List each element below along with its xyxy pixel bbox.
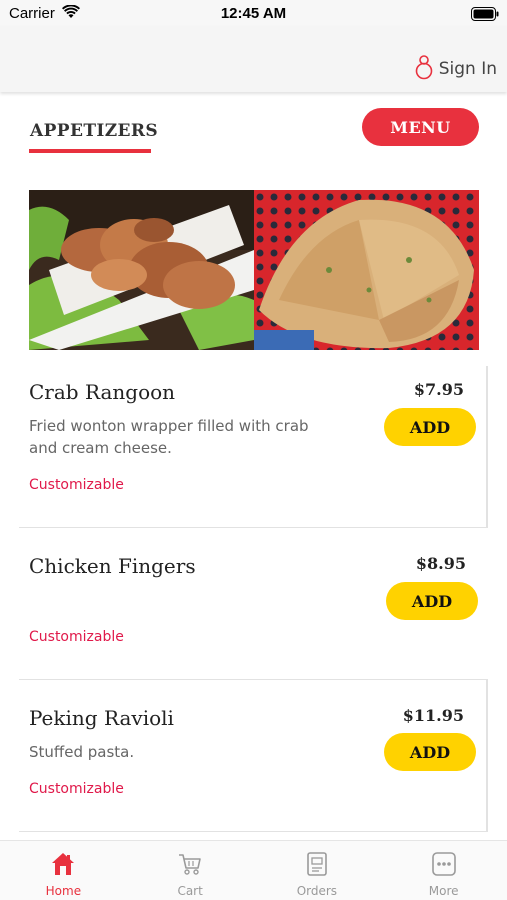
item-name: Chicken Fingers	[29, 554, 196, 578]
tab-label: More	[428, 884, 459, 898]
tab-more[interactable]: More	[380, 841, 507, 900]
cart-icon	[176, 850, 204, 878]
tab-cart[interactable]: Cart	[127, 841, 254, 900]
menu-button[interactable]: MENU	[362, 108, 479, 146]
add-button[interactable]: ADD	[386, 582, 478, 620]
tab-label: Cart	[177, 884, 203, 898]
sign-in-label: Sign In	[438, 59, 497, 79]
status-bar: Carrier 12:45 AM	[0, 0, 507, 26]
menu-item-chicken-fingers: Chicken Fingers $8.95 ADD Customizable	[19, 528, 488, 680]
item-description: Fried wonton wrapper filled with crab an…	[29, 417, 309, 457]
tab-label: Orders	[296, 884, 338, 898]
add-button[interactable]: ADD	[384, 733, 476, 771]
item-price: $7.95	[413, 380, 464, 399]
item-price: $8.95	[415, 554, 466, 573]
customizable-label[interactable]: Customizable	[29, 629, 124, 645]
more-icon	[430, 850, 458, 878]
customizable-label[interactable]: Customizable	[29, 781, 124, 797]
home-icon	[49, 850, 77, 878]
item-name: Peking Ravioli	[29, 706, 174, 730]
item-name: Crab Rangoon	[29, 380, 176, 404]
item-price: $11.95	[402, 706, 464, 725]
menu-item-crab-rangoon: Crab Rangoon $7.95 ADD Fried wonton wrap…	[19, 366, 488, 528]
customizable-label[interactable]: Customizable	[29, 477, 124, 493]
orders-icon	[303, 850, 331, 878]
status-time: 12:45 AM	[220, 5, 287, 22]
tab-home[interactable]: Home	[0, 841, 127, 900]
app-header: Sign In	[0, 26, 507, 92]
tab-orders[interactable]: Orders	[254, 841, 381, 900]
bottom-tab-bar: Home Cart Orders More	[0, 840, 507, 900]
appetizers-banner-image	[29, 190, 479, 350]
section-title: APPETIZERS	[30, 121, 159, 141]
sign-in-button[interactable]: Sign In	[415, 54, 497, 84]
menu-item-peking-ravioli: Peking Ravioli $11.95 ADD Stuffed pasta.…	[19, 680, 488, 832]
item-description: Stuffed pasta.	[29, 743, 135, 761]
tab-label: Home	[45, 884, 82, 898]
battery-icon	[471, 6, 499, 25]
add-button[interactable]: ADD	[384, 408, 476, 446]
section-underline	[29, 149, 151, 153]
person-icon	[415, 54, 433, 84]
